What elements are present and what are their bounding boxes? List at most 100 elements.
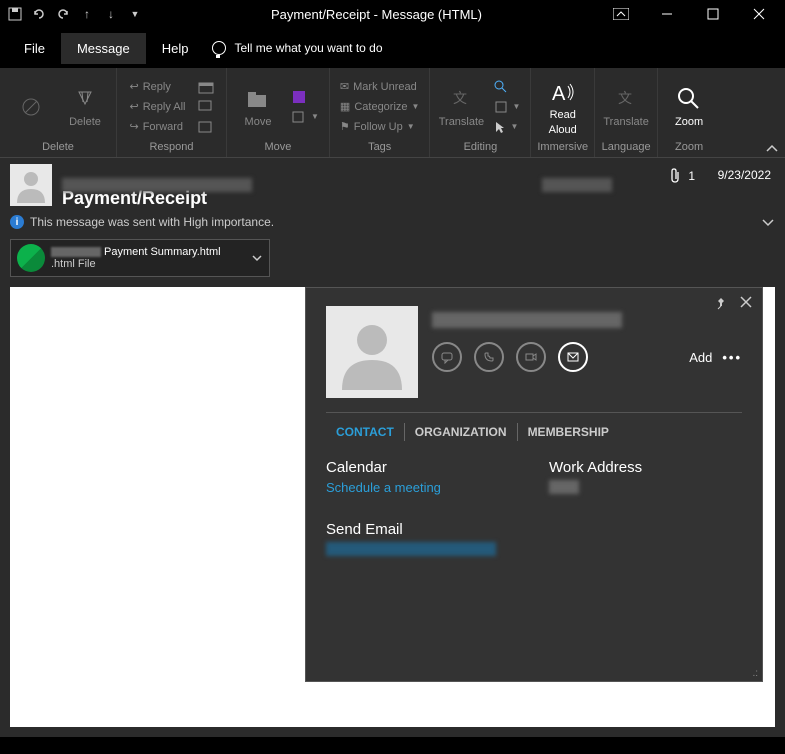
svg-text:文: 文 — [618, 90, 632, 106]
flag-icon: ⚑ — [340, 120, 350, 133]
select-button[interactable]: ▼ — [490, 118, 524, 136]
recipient-redacted — [542, 178, 612, 192]
tell-me-search[interactable]: Tell me what you want to do — [212, 41, 382, 55]
undo-icon[interactable] — [28, 3, 50, 25]
edge-icon — [17, 244, 45, 272]
add-contact-button[interactable]: Add — [689, 350, 712, 365]
up-icon[interactable]: ↑ — [76, 3, 98, 25]
ribbon-group-tags: ✉Mark Unread ▦Categorize ▼ ⚑Follow Up ▼ … — [330, 68, 431, 157]
find-button[interactable] — [490, 78, 524, 96]
send-email-label: Send Email — [326, 521, 519, 538]
attachment-item[interactable]: Payment Summary.html .html File — [10, 239, 270, 277]
contact-tabs: CONTACT ORGANIZATION MEMBERSHIP — [326, 423, 742, 441]
tab-file[interactable]: File — [8, 33, 61, 64]
ribbon-group-immersive: AReadAloud Immersive — [531, 68, 595, 157]
attachment-dropdown-icon[interactable] — [251, 253, 263, 263]
attachment-indicator[interactable]: 1 — [668, 168, 695, 184]
meeting-button[interactable] — [194, 78, 218, 96]
move-button[interactable]: Move — [233, 85, 283, 128]
ribbon-group-delete: Delete Delete — [0, 68, 117, 157]
titlebar: ↑ ↓ ▼ Payment/Receipt - Message (HTML) — [0, 0, 785, 28]
paperclip-icon — [668, 168, 682, 184]
category-icon: ▦ — [340, 100, 350, 113]
work-address-label: Work Address — [549, 459, 742, 476]
zoom-button[interactable]: Zoom — [664, 85, 714, 128]
reply-all-icon: ↩ — [129, 100, 138, 113]
more-options-icon[interactable]: ••• — [722, 350, 742, 365]
related-button[interactable]: ▼ — [490, 98, 524, 116]
sender-name-redacted — [62, 178, 252, 192]
ribbon-display-icon[interactable] — [607, 3, 635, 25]
schedule-meeting-link[interactable]: Schedule a meeting — [326, 480, 519, 495]
redo-icon[interactable] — [52, 3, 74, 25]
importance-notice: i This message was sent with High import… — [10, 215, 775, 229]
reply-all-button[interactable]: ↩Reply All — [125, 98, 189, 116]
email-redacted[interactable] — [326, 542, 496, 556]
read-aloud-button[interactable]: AReadAloud — [538, 78, 588, 136]
group-label-tags: Tags — [368, 141, 391, 155]
onenote-button[interactable] — [287, 88, 323, 106]
menubar: File Message Help Tell me what you want … — [0, 28, 785, 68]
group-label-language: Language — [602, 141, 651, 155]
attachment-count: 1 — [688, 169, 695, 183]
ribbon-group-zoom: Zoom Zoom — [658, 68, 720, 157]
more-respond-button[interactable] — [194, 118, 218, 136]
attachment-bar: Payment Summary.html .html File — [0, 233, 785, 287]
contact-avatar — [326, 306, 418, 398]
attachment-filename: Payment Summary.html — [51, 246, 245, 258]
message-body-area: Add ••• CONTACT ORGANIZATION MEMBERSHIP … — [0, 287, 785, 737]
tab-organization[interactable]: ORGANIZATION — [405, 423, 518, 441]
maximize-icon[interactable] — [699, 3, 727, 25]
pin-icon[interactable] — [714, 296, 728, 310]
tab-membership[interactable]: MEMBERSHIP — [518, 423, 619, 441]
calendar-label: Calendar — [326, 459, 519, 476]
close-icon[interactable] — [745, 3, 773, 25]
address-redacted — [549, 480, 579, 494]
tab-help[interactable]: Help — [146, 33, 205, 64]
phone-icon[interactable] — [474, 342, 504, 372]
ribbon-group-move: Move ▼ Move — [227, 68, 330, 157]
info-icon: i — [10, 215, 24, 229]
translate-button[interactable]: 文Translate — [601, 85, 651, 128]
delete-button[interactable]: Delete — [60, 85, 110, 128]
bulb-icon — [212, 41, 226, 55]
ribbon-group-respond: ↩Reply ↩Reply All ↪Forward Respond — [117, 68, 227, 157]
chat-icon[interactable] — [432, 342, 462, 372]
close-card-icon[interactable] — [740, 296, 752, 310]
save-icon[interactable] — [4, 3, 26, 25]
expand-header-icon[interactable] — [761, 217, 775, 227]
tab-message[interactable]: Message — [61, 33, 146, 64]
message-date: 9/23/2022 — [718, 168, 771, 182]
ribbon: Delete Delete ↩Reply ↩Reply All ↪Forward… — [0, 68, 785, 158]
reply-icon: ↩ — [129, 80, 138, 93]
down-icon[interactable]: ↓ — [100, 3, 122, 25]
svg-text:文: 文 — [453, 90, 467, 106]
mark-unread-button[interactable]: ✉Mark Unread — [336, 78, 424, 96]
contact-name-redacted — [432, 312, 622, 328]
forward-button[interactable]: ↪Forward — [125, 118, 189, 136]
ignore-button[interactable] — [6, 93, 56, 121]
sender-avatar[interactable] — [10, 164, 52, 206]
group-label-editing: Editing — [464, 141, 498, 155]
group-label-respond: Respond — [149, 141, 193, 155]
reply-button[interactable]: ↩Reply — [125, 78, 189, 96]
window-title: Payment/Receipt - Message (HTML) — [146, 7, 607, 22]
tab-contact[interactable]: CONTACT — [326, 423, 405, 441]
categorize-button[interactable]: ▦Categorize ▼ — [336, 98, 424, 116]
tell-me-label: Tell me what you want to do — [234, 41, 382, 55]
video-icon[interactable] — [516, 342, 546, 372]
resize-grip-icon[interactable]: .: — [752, 668, 758, 679]
minimize-icon[interactable] — [653, 3, 681, 25]
group-label-delete: Delete — [42, 141, 74, 155]
forward-icon: ↪ — [129, 120, 138, 133]
ribbon-group-language: 文Translate Language — [595, 68, 658, 157]
qat-dropdown-icon[interactable]: ▼ — [124, 3, 146, 25]
im-button[interactable] — [194, 98, 218, 116]
collapse-ribbon-icon[interactable] — [765, 143, 779, 153]
attachment-type: .html File — [51, 258, 245, 270]
follow-up-button[interactable]: ⚑Follow Up ▼ — [336, 118, 424, 136]
ribbon-group-editing: 文Translate ▼ ▼ Editing — [430, 68, 531, 157]
message-header: 1 9/23/2022 Payment/Receipt i This messa… — [0, 158, 785, 233]
actions-button[interactable]: ▼ — [287, 108, 323, 126]
email-icon[interactable] — [558, 342, 588, 372]
